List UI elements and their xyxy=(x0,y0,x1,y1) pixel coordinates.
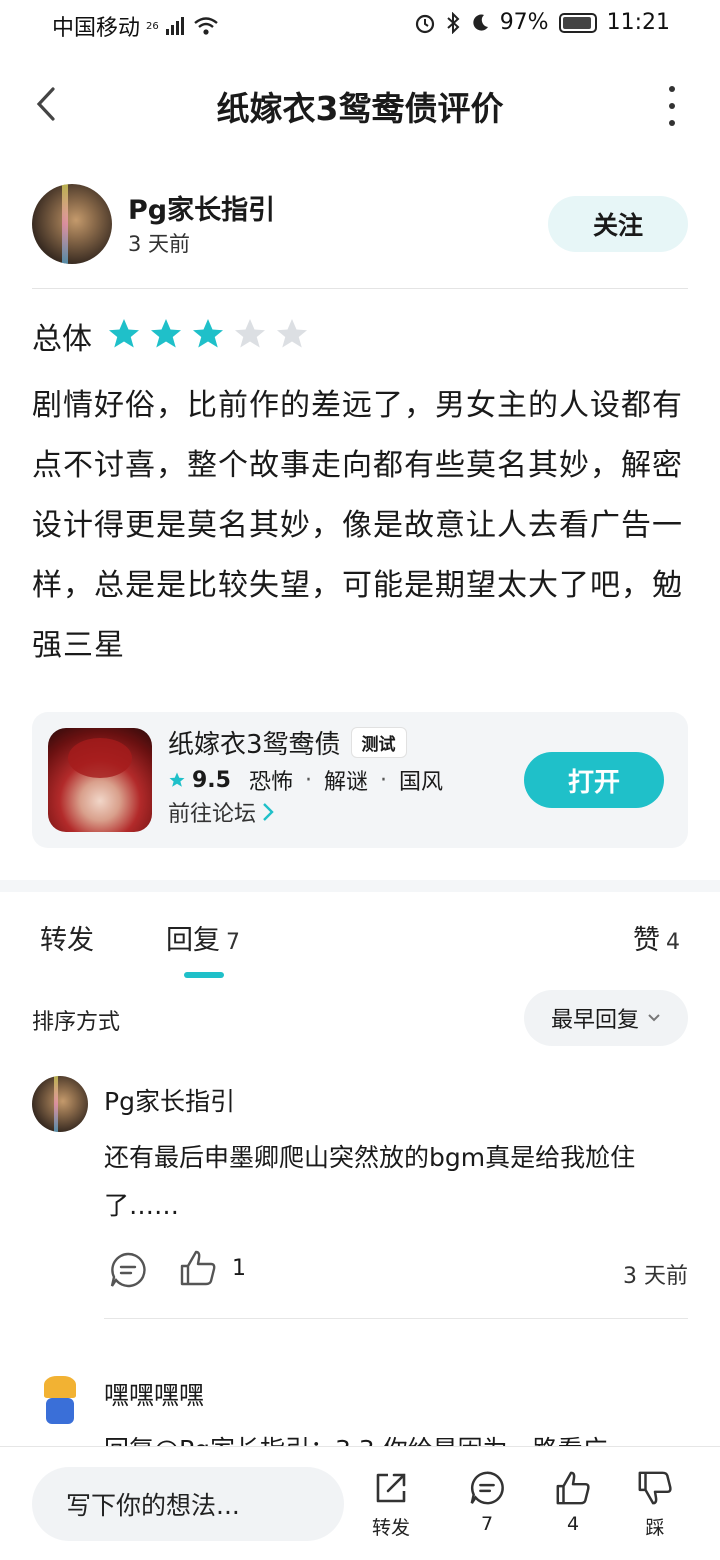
tab-forward-label: 转发 xyxy=(40,925,94,956)
thumbs-down-icon xyxy=(638,1471,672,1505)
like-button[interactable]: 4 xyxy=(538,1469,608,1535)
moon-icon xyxy=(473,14,488,31)
open-game-button[interactable]: 打开 xyxy=(524,752,664,808)
star-empty-icon xyxy=(277,319,307,348)
game-genre: 恐怖 xyxy=(248,770,293,795)
sort-label: 排序方式 xyxy=(32,1010,121,1035)
commenter-name[interactable]: Pg家长指引 xyxy=(104,1082,235,1118)
carrier-label: 中国移动 xyxy=(52,16,141,41)
chevron-down-icon xyxy=(648,1014,660,1022)
forum-link[interactable]: 前往论坛 xyxy=(168,796,274,828)
section-separator xyxy=(0,880,720,892)
status-bar: 中国移动 26 97% 11:21 xyxy=(0,0,720,50)
game-icon[interactable] xyxy=(48,728,152,832)
chevron-right-icon xyxy=(263,803,274,821)
wifi-icon xyxy=(193,17,218,35)
comment-icon xyxy=(470,1471,504,1505)
more-button[interactable] xyxy=(662,86,682,126)
game-card[interactable]: 纸嫁衣3鸳鸯债 测试 9.5 恐怖 · 解谜 · 国风 前往论坛 打开 xyxy=(32,712,688,848)
game-meta: 9.5 恐怖 · 解谜 · 国风 xyxy=(168,764,443,796)
status-left: 中国移动 26 xyxy=(52,10,219,42)
like-count: 1 xyxy=(232,1256,246,1281)
game-name: 纸嫁衣3鸳鸯债 xyxy=(168,730,341,760)
reply-icon[interactable] xyxy=(108,1250,148,1290)
comment-input[interactable]: 写下你的想法... xyxy=(32,1467,344,1541)
tab-reply-label: 回复 xyxy=(166,925,220,956)
top-navigation: 纸嫁衣3鸳鸯债评价 xyxy=(0,60,720,150)
like-count: 4 xyxy=(566,1513,580,1535)
battery-icon xyxy=(558,12,597,33)
bottom-action-bar: 写下你的想法... 转发 7 4 踩 xyxy=(0,1446,720,1560)
divider xyxy=(104,1318,688,1319)
alarm-icon xyxy=(415,14,434,33)
game-status-badge: 测试 xyxy=(350,727,407,758)
share-icon xyxy=(376,1473,406,1503)
signal-icon xyxy=(165,17,184,35)
commenter-avatar[interactable] xyxy=(32,1076,88,1132)
tab-like-label: 赞 xyxy=(633,925,660,956)
review-text: 剧情好俗，比前作的差远了，男女主的人设都有点不讨喜，整个故事走向都有些莫名其妙，… xyxy=(32,388,683,663)
sort-selected-value: 最早回复 xyxy=(550,1008,639,1033)
bluetooth-icon xyxy=(447,11,460,34)
author-name[interactable]: Pg家长指引 xyxy=(128,188,275,227)
sort-dropdown[interactable]: 最早回复 xyxy=(524,990,688,1046)
thumbs-up-icon xyxy=(556,1471,590,1505)
game-genre: 国风 xyxy=(399,770,444,795)
status-right: 97% 11:21 xyxy=(414,10,670,35)
star-filled-icon xyxy=(109,319,139,348)
star-icon xyxy=(169,772,185,787)
author-post-time: 3 天前 xyxy=(128,232,191,256)
game-score: 9.5 xyxy=(192,767,231,793)
game-title-row: 纸嫁衣3鸳鸯债 测试 xyxy=(168,724,407,761)
interaction-tabs: 转发 回复 7 赞4 xyxy=(0,900,720,990)
star-filled-icon xyxy=(151,319,181,348)
commenter-name[interactable]: 嘿嘿嘿嘿 xyxy=(104,1376,204,1412)
separator: · xyxy=(305,767,312,793)
rating-stars xyxy=(106,316,316,356)
tab-reply-count: 7 xyxy=(226,930,240,955)
separator: · xyxy=(380,767,388,793)
forum-link-label: 前往论坛 xyxy=(168,802,257,827)
battery-percent: 97% xyxy=(499,10,549,35)
more-dots-icon xyxy=(669,86,675,92)
divider xyxy=(32,288,688,289)
game-genre: 解谜 xyxy=(324,770,369,795)
comment-input-placeholder: 写下你的想法... xyxy=(66,1491,240,1520)
tab-forward[interactable]: 转发 xyxy=(40,918,94,957)
share-label: 转发 xyxy=(371,1517,410,1539)
dislike-label: 踩 xyxy=(645,1517,665,1539)
thumbs-up-icon[interactable] xyxy=(178,1248,218,1288)
share-button[interactable]: 转发 xyxy=(356,1469,426,1540)
follow-button[interactable]: 关注 xyxy=(548,196,688,252)
commenter-avatar[interactable] xyxy=(32,1372,88,1428)
comment-button[interactable]: 7 xyxy=(452,1469,522,1535)
network-type: 26 xyxy=(146,20,159,32)
comment-count: 7 xyxy=(480,1513,494,1535)
page-title: 纸嫁衣3鸳鸯债评价 xyxy=(216,89,504,128)
sort-row: 排序方式 最早回复 xyxy=(32,990,688,1046)
review-author: Pg家长指引 3 天前 关注 xyxy=(32,182,688,268)
comment-actions: 1 3 天前 xyxy=(104,1248,688,1292)
star-filled-icon xyxy=(193,319,223,348)
tab-like[interactable]: 赞4 xyxy=(633,918,680,957)
star-empty-icon xyxy=(235,319,265,348)
author-avatar[interactable] xyxy=(32,184,112,264)
clock: 11:21 xyxy=(606,10,670,35)
active-tab-indicator xyxy=(184,972,224,978)
comment-time: 3 天前 xyxy=(623,1264,688,1289)
dislike-button[interactable]: 踩 xyxy=(620,1469,690,1540)
overall-rating: 总体 xyxy=(32,314,316,358)
tab-like-count: 4 xyxy=(666,930,680,955)
rating-label: 总体 xyxy=(32,322,92,357)
tab-reply[interactable]: 回复 7 xyxy=(166,918,240,957)
comment-text: 还有最后申墨卿爬山突然放的bgm真是给我尬住了…… xyxy=(104,1143,636,1220)
